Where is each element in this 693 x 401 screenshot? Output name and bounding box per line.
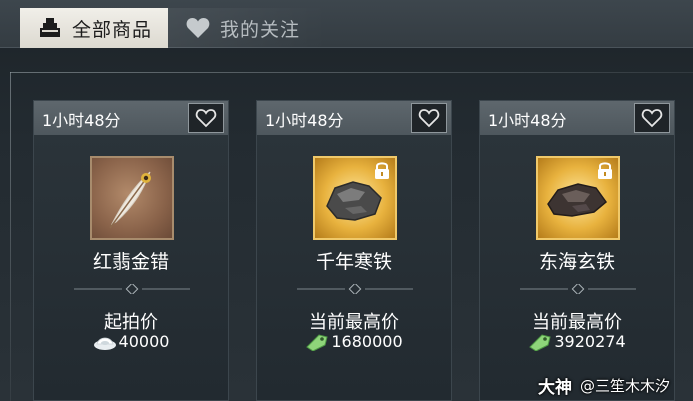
follow-button[interactable] — [634, 103, 670, 133]
card-header: 1小时48分 — [480, 101, 674, 135]
jade-ticket-icon — [529, 333, 551, 351]
watermark: 大神 @三笙木木汐 — [538, 373, 671, 398]
frame-border — [10, 72, 11, 401]
auction-card[interactable]: 1小时48分 红翡金错 起拍价 40000 — [33, 100, 229, 401]
follow-button[interactable] — [411, 103, 447, 133]
price-row: 1680000 — [257, 332, 451, 351]
follow-button[interactable] — [188, 103, 224, 133]
heart-icon — [184, 14, 212, 42]
heart-outline-icon — [418, 109, 440, 128]
ornament-divider — [297, 284, 413, 294]
item-image-feather[interactable] — [90, 156, 174, 240]
frame-divider — [10, 72, 693, 73]
watermark-author: @三笙木木汐 — [580, 376, 671, 395]
price-label: 当前最高价 — [309, 312, 399, 333]
price-label: 当前最高价 — [532, 312, 622, 333]
silver-ingot-icon — [93, 337, 116, 350]
item-image-iron-ore[interactable] — [313, 156, 397, 240]
card-header: 1小时48分 — [257, 101, 451, 135]
auction-card[interactable]: 1小时48分 千年寒铁 当前最高价 1680000 — [256, 100, 452, 401]
item-name: 红翡金错 — [92, 251, 169, 273]
auction-card[interactable]: 1小时48分 东海玄铁 当前最高价 3920274 — [479, 100, 675, 401]
tab-all-items[interactable]: 全部商品 — [20, 8, 168, 48]
ornament-divider — [74, 284, 190, 294]
heart-outline-icon — [195, 109, 217, 128]
jade-ticket-icon — [306, 333, 328, 351]
item-name: 千年寒铁 — [315, 251, 392, 273]
price-row: 3920274 — [480, 332, 674, 351]
feather-icon — [109, 171, 151, 229]
lock-icon — [598, 162, 612, 179]
price-value: 3920274 — [554, 332, 626, 351]
time-remaining: 1小时48分 — [42, 111, 121, 130]
goods-box-icon — [36, 14, 64, 42]
tab-all-items-label: 全部商品 — [72, 18, 153, 41]
card-header: 1小时48分 — [34, 101, 228, 135]
tab-bar: 全部商品 我的关注 — [0, 0, 693, 48]
price-label: 起拍价 — [104, 312, 158, 333]
tab-my-favorites[interactable]: 我的关注 — [168, 8, 328, 48]
time-remaining: 1小时48分 — [488, 111, 567, 130]
ornament-divider — [520, 284, 636, 294]
price-value: 40000 — [118, 332, 170, 351]
time-remaining: 1小时48分 — [265, 111, 344, 130]
price-value: 1680000 — [331, 332, 403, 351]
tab-my-favorites-label: 我的关注 — [220, 18, 301, 41]
item-name: 东海玄铁 — [538, 251, 615, 273]
watermark-brand: 大神 — [538, 377, 572, 398]
lock-icon — [375, 162, 389, 179]
heart-outline-icon — [641, 109, 663, 128]
price-row: 40000 — [34, 332, 228, 351]
item-image-dark-iron[interactable] — [536, 156, 620, 240]
